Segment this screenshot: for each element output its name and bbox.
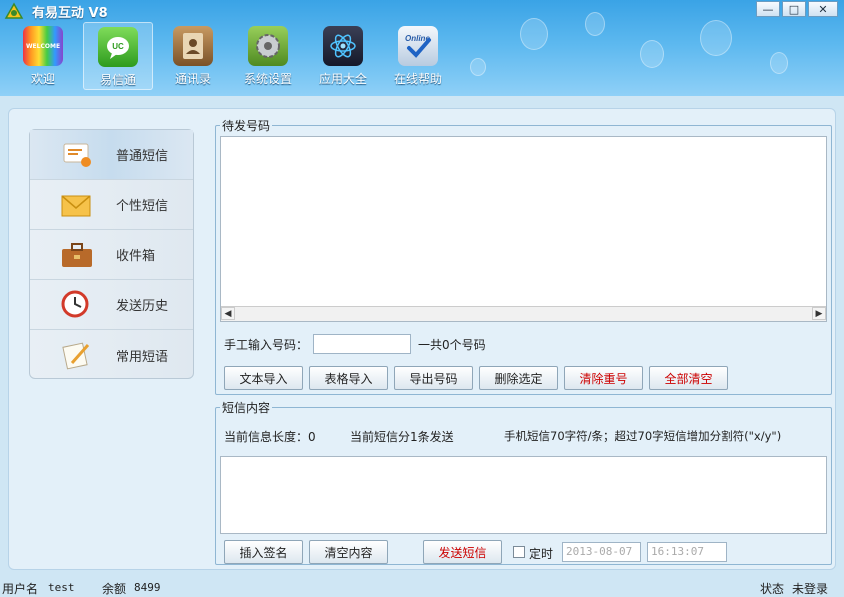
state-label: 状态 (760, 582, 785, 596)
sms-panel: 短信内容 当前信息长度：0 当前短信分1条发送 手机短信70字符/条；超过70字… (215, 399, 832, 565)
balance-label: 余额 (102, 582, 127, 596)
sidebar-item-send-history[interactable]: 发送历史 (30, 280, 193, 330)
sidebar-item-personal-sms[interactable]: 个性短信 (30, 180, 193, 230)
numbers-panel-title: 待发号码 (222, 119, 271, 133)
message-icon: UC (98, 27, 138, 67)
nav-item-help[interactable]: Online 在线帮助 (383, 22, 453, 90)
number-count: 一共0个号码 (418, 338, 486, 352)
decor-bubble (700, 20, 732, 56)
send-date-input[interactable]: 2013-08-07 (562, 542, 641, 562)
message-content-input[interactable] (220, 456, 827, 534)
sidebar-item-common-phrases[interactable]: 常用短语 (30, 330, 193, 380)
message-split: 当前短信分1条发送 (350, 430, 454, 444)
nav-item-apps[interactable]: 应用大全 (308, 22, 378, 90)
decor-bubble (770, 52, 788, 74)
decor-bubble (585, 12, 605, 36)
state-value: 未登录 (792, 582, 829, 596)
apps-icon (323, 26, 363, 66)
nav-label: 通讯录 (174, 72, 211, 86)
sidebar-item-inbox[interactable]: 收件箱 (30, 230, 193, 280)
nav-item-yixintong[interactable]: UC 易信通 (83, 22, 153, 90)
sidebar: 普通短信 个性短信 收件箱 发送历史 常用短语 (29, 129, 194, 379)
briefcase-icon (58, 238, 96, 272)
export-numbers-button[interactable]: 导出号码 (394, 366, 473, 390)
app-logo-icon (4, 2, 24, 19)
nav-label: 系统设置 (243, 72, 292, 86)
minimize-button[interactable]: — (756, 1, 780, 17)
notepad-icon (58, 338, 96, 372)
nav-item-settings[interactable]: 系统设置 (233, 22, 303, 90)
gear-icon (248, 26, 288, 66)
text-import-button[interactable]: 文本导入 (224, 366, 303, 390)
user-label: 用户名 (2, 582, 39, 596)
window-controls: — □ ✕ (756, 1, 838, 17)
title-bar: 有易互动 V8 — □ ✕ WELCOME 欢迎 UC 易信通 通讯录 系统设置… (0, 0, 844, 96)
online-help-icon: Online (398, 26, 438, 66)
nav-label: 欢迎 (30, 72, 55, 86)
nav-label: 易信通 (99, 73, 136, 87)
app-title: 有易互动 V8 (32, 6, 108, 21)
numbers-panel: 待发号码 ◀ ▶ 手工输入号码： 一共0个号码 文本导入 表格导入 导出号码 删… (215, 117, 832, 395)
sidebar-item-label: 收件箱 (116, 249, 156, 264)
send-time-input[interactable]: 16:13:07 (647, 542, 727, 562)
scroll-left-icon[interactable]: ◀ (221, 307, 235, 320)
manual-input-label: 手工输入号码： (224, 338, 309, 352)
clear-all-button[interactable]: 全部清空 (649, 366, 728, 390)
manual-number-input[interactable] (313, 334, 411, 354)
main-nav: WELCOME 欢迎 UC 易信通 通讯录 系统设置 应用大全 Online 在… (8, 22, 458, 90)
user-value: test (48, 581, 75, 594)
nav-label: 在线帮助 (393, 72, 442, 86)
decor-bubble (640, 40, 664, 68)
main-content: 普通短信 个性短信 收件箱 发送历史 常用短语 待发号码 ◀ ▶ 手工输入号码：… (8, 108, 836, 570)
message-rule: 手机短信70字符/条；超过70字短信增加分割符("x/y") (504, 429, 782, 443)
clear-duplicates-button[interactable]: 清除重号 (564, 366, 643, 390)
sidebar-item-normal-sms[interactable]: 普通短信 (30, 130, 193, 180)
sidebar-item-label: 个性短信 (116, 199, 169, 214)
contacts-book-icon (173, 26, 213, 66)
maximize-button[interactable]: □ (782, 1, 806, 17)
timer-checkbox[interactable] (513, 546, 525, 558)
insert-signature-button[interactable]: 插入签名 (224, 540, 303, 564)
nav-label: 应用大全 (318, 72, 367, 86)
clock-icon (58, 288, 96, 322)
decor-bubble (470, 58, 486, 76)
envelope-icon (58, 188, 96, 222)
horizontal-scrollbar[interactable]: ◀ ▶ (221, 306, 826, 321)
sidebar-item-label: 普通短信 (116, 149, 169, 164)
welcome-icon: WELCOME (23, 26, 63, 66)
timer-label: 定时 (529, 547, 554, 561)
sms-icon (58, 138, 96, 172)
status-bar: 用户名 test 余额 8499 状态 未登录 (0, 578, 844, 596)
table-import-button[interactable]: 表格导入 (309, 366, 388, 390)
nav-item-contacts[interactable]: 通讯录 (158, 22, 228, 90)
nav-item-welcome[interactable]: WELCOME 欢迎 (8, 22, 78, 90)
sidebar-item-label: 发送历史 (116, 299, 169, 314)
send-sms-button[interactable]: 发送短信 (423, 540, 502, 564)
close-button[interactable]: ✕ (808, 1, 838, 17)
delete-selected-button[interactable]: 删除选定 (479, 366, 558, 390)
svg-text:UC: UC (112, 42, 124, 51)
message-length: 当前信息长度：0 (224, 430, 316, 444)
sidebar-item-label: 常用短语 (116, 349, 169, 365)
sms-panel-title: 短信内容 (222, 401, 271, 415)
clear-content-button[interactable]: 清空内容 (309, 540, 388, 564)
decor-bubble (520, 18, 548, 50)
balance-value: 8499 (134, 581, 161, 594)
scroll-right-icon[interactable]: ▶ (812, 307, 826, 320)
number-list[interactable]: ◀ ▶ (220, 136, 827, 322)
